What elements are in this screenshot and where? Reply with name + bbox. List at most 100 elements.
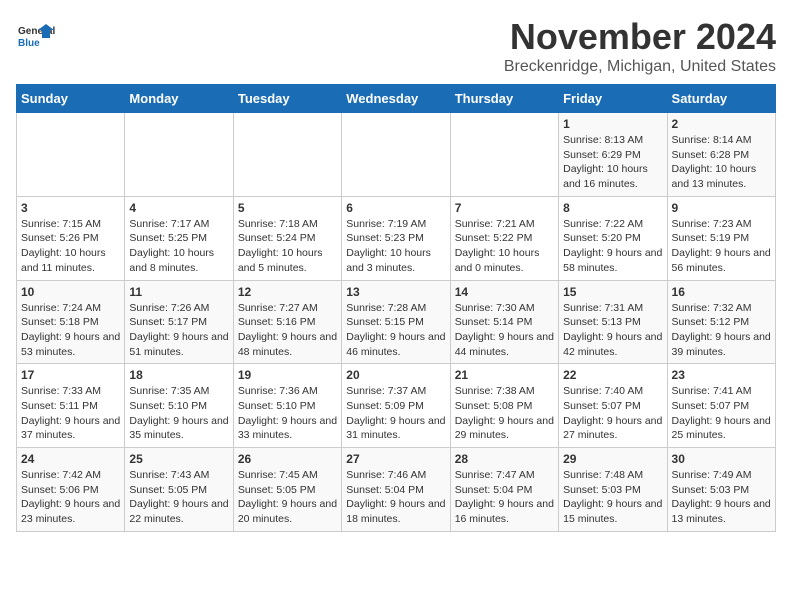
day-number: 24	[21, 452, 120, 466]
day-cell: 30 Sunrise: 7:49 AM Sunset: 5:03 PM Dayli…	[667, 448, 775, 532]
day-cell: 2Sunrise: 8:14 AM Sunset: 6:28 PM Daylig…	[667, 113, 775, 197]
day-info: Sunrise: 7:27 AM Sunset: 5:16 PM Dayligh…	[238, 301, 337, 360]
day-number: 10	[21, 285, 120, 299]
day-info: Sunrise: 7:31 AM Sunset: 5:13 PM Dayligh…	[563, 301, 662, 360]
week-row-2: 3 Sunrise: 7:15 AM Sunset: 5:26 PM Daylig…	[17, 196, 776, 280]
day-number: 15	[563, 285, 662, 299]
day-cell: 29 Sunrise: 7:48 AM Sunset: 5:03 PM Dayli…	[559, 448, 667, 532]
day-cell: 25Sunrise: 7:43 AM Sunset: 5:05 PM Dayli…	[125, 448, 233, 532]
day-info: Sunrise: 7:36 AM Sunset: 5:10 PM Dayligh…	[238, 384, 337, 443]
day-cell: 3 Sunrise: 7:15 AM Sunset: 5:26 PM Daylig…	[17, 196, 125, 280]
day-info: Sunrise: 8:13 AM Sunset: 6:29 PM Dayligh…	[563, 133, 662, 192]
weekday-header-tuesday: Tuesday	[233, 85, 341, 113]
week-row-4: 17 Sunrise: 7:33 AM Sunset: 5:11 PM Dayli…	[17, 364, 776, 448]
day-cell: 18 Sunrise: 7:35 AM Sunset: 5:10 PM Dayli…	[125, 364, 233, 448]
day-info: Sunrise: 7:46 AM Sunset: 5:04 PM Dayligh…	[346, 468, 445, 527]
day-number: 2	[672, 117, 771, 131]
day-cell: 4 Sunrise: 7:17 AM Sunset: 5:25 PM Daylig…	[125, 196, 233, 280]
day-info: Sunrise: 7:47 AM Sunset: 5:04 PM Dayligh…	[455, 468, 554, 527]
day-cell	[450, 113, 558, 197]
day-cell: 24Sunrise: 7:42 AM Sunset: 5:06 PM Dayli…	[17, 448, 125, 532]
day-info: Sunrise: 7:48 AM Sunset: 5:03 PM Dayligh…	[563, 468, 662, 527]
day-cell: 11Sunrise: 7:26 AM Sunset: 5:17 PM Dayli…	[125, 280, 233, 364]
weekday-header-saturday: Saturday	[667, 85, 775, 113]
day-cell	[125, 113, 233, 197]
day-info: Sunrise: 7:32 AM Sunset: 5:12 PM Dayligh…	[672, 301, 771, 360]
day-info: Sunrise: 7:15 AM Sunset: 5:26 PM Dayligh…	[21, 217, 120, 276]
month-title: November 2024	[504, 16, 776, 58]
day-number: 17	[21, 368, 120, 382]
day-cell: 5 Sunrise: 7:18 AM Sunset: 5:24 PM Daylig…	[233, 196, 341, 280]
day-number: 12	[238, 285, 337, 299]
week-row-3: 10 Sunrise: 7:24 AM Sunset: 5:18 PM Dayli…	[17, 280, 776, 364]
day-number: 26	[238, 452, 337, 466]
day-number: 18	[129, 368, 228, 382]
day-number: 11	[129, 285, 228, 299]
day-cell: 14 Sunrise: 7:30 AM Sunset: 5:14 PM Dayli…	[450, 280, 558, 364]
day-cell: 10 Sunrise: 7:24 AM Sunset: 5:18 PM Dayli…	[17, 280, 125, 364]
day-number: 5	[238, 201, 337, 215]
day-cell: 16Sunrise: 7:32 AM Sunset: 5:12 PM Dayli…	[667, 280, 775, 364]
day-info: Sunrise: 7:45 AM Sunset: 5:05 PM Dayligh…	[238, 468, 337, 527]
week-row-1: 1 Sunrise: 8:13 AM Sunset: 6:29 PM Daylig…	[17, 113, 776, 197]
day-cell: 1 Sunrise: 8:13 AM Sunset: 6:29 PM Daylig…	[559, 113, 667, 197]
weekday-header-row: SundayMondayTuesdayWednesdayThursdayFrid…	[17, 85, 776, 113]
day-info: Sunrise: 7:40 AM Sunset: 5:07 PM Dayligh…	[563, 384, 662, 443]
weekday-header-thursday: Thursday	[450, 85, 558, 113]
day-cell: 13 Sunrise: 7:28 AM Sunset: 5:15 PM Dayli…	[342, 280, 450, 364]
svg-text:Blue: Blue	[18, 38, 40, 49]
weekday-header-monday: Monday	[125, 85, 233, 113]
weekday-header-sunday: Sunday	[17, 85, 125, 113]
logo: General Blue	[16, 16, 56, 56]
day-cell	[233, 113, 341, 197]
day-cell: 17 Sunrise: 7:33 AM Sunset: 5:11 PM Dayli…	[17, 364, 125, 448]
day-number: 29	[563, 452, 662, 466]
day-number: 28	[455, 452, 554, 466]
calendar: SundayMondayTuesdayWednesdayThursdayFrid…	[16, 84, 776, 532]
day-info: Sunrise: 7:23 AM Sunset: 5:19 PM Dayligh…	[672, 217, 771, 276]
day-cell: 21 Sunrise: 7:38 AM Sunset: 5:08 PM Dayli…	[450, 364, 558, 448]
day-info: Sunrise: 7:35 AM Sunset: 5:10 PM Dayligh…	[129, 384, 228, 443]
weekday-header-friday: Friday	[559, 85, 667, 113]
day-info: Sunrise: 7:38 AM Sunset: 5:08 PM Dayligh…	[455, 384, 554, 443]
day-cell: 8Sunrise: 7:22 AM Sunset: 5:20 PM Daylig…	[559, 196, 667, 280]
day-cell: 15 Sunrise: 7:31 AM Sunset: 5:13 PM Dayli…	[559, 280, 667, 364]
day-cell: 26 Sunrise: 7:45 AM Sunset: 5:05 PM Dayli…	[233, 448, 341, 532]
day-cell	[342, 113, 450, 197]
day-info: Sunrise: 7:19 AM Sunset: 5:23 PM Dayligh…	[346, 217, 445, 276]
location-title: Breckenridge, Michigan, United States	[504, 58, 776, 76]
day-info: Sunrise: 7:43 AM Sunset: 5:05 PM Dayligh…	[129, 468, 228, 527]
day-number: 3	[21, 201, 120, 215]
day-number: 4	[129, 201, 228, 215]
day-info: Sunrise: 7:28 AM Sunset: 5:15 PM Dayligh…	[346, 301, 445, 360]
day-info: Sunrise: 7:33 AM Sunset: 5:11 PM Dayligh…	[21, 384, 120, 443]
day-info: Sunrise: 7:17 AM Sunset: 5:25 PM Dayligh…	[129, 217, 228, 276]
day-info: Sunrise: 7:49 AM Sunset: 5:03 PM Dayligh…	[672, 468, 771, 527]
day-number: 6	[346, 201, 445, 215]
title-area: November 2024 Breckenridge, Michigan, Un…	[504, 16, 776, 76]
logo-icon: General Blue	[16, 16, 56, 56]
day-info: Sunrise: 7:22 AM Sunset: 5:20 PM Dayligh…	[563, 217, 662, 276]
day-number: 19	[238, 368, 337, 382]
day-info: Sunrise: 7:18 AM Sunset: 5:24 PM Dayligh…	[238, 217, 337, 276]
day-cell: 9 Sunrise: 7:23 AM Sunset: 5:19 PM Daylig…	[667, 196, 775, 280]
day-number: 30	[672, 452, 771, 466]
day-number: 21	[455, 368, 554, 382]
day-cell: 23Sunrise: 7:41 AM Sunset: 5:07 PM Dayli…	[667, 364, 775, 448]
day-number: 7	[455, 201, 554, 215]
day-number: 1	[563, 117, 662, 131]
day-number: 14	[455, 285, 554, 299]
day-number: 9	[672, 201, 771, 215]
day-info: Sunrise: 7:24 AM Sunset: 5:18 PM Dayligh…	[21, 301, 120, 360]
day-info: Sunrise: 7:41 AM Sunset: 5:07 PM Dayligh…	[672, 384, 771, 443]
day-info: Sunrise: 7:37 AM Sunset: 5:09 PM Dayligh…	[346, 384, 445, 443]
weekday-header-wednesday: Wednesday	[342, 85, 450, 113]
day-number: 13	[346, 285, 445, 299]
day-info: Sunrise: 7:30 AM Sunset: 5:14 PM Dayligh…	[455, 301, 554, 360]
week-row-5: 24Sunrise: 7:42 AM Sunset: 5:06 PM Dayli…	[17, 448, 776, 532]
header: General Blue November 2024 Breckenridge,…	[16, 16, 776, 76]
day-cell: 19 Sunrise: 7:36 AM Sunset: 5:10 PM Dayli…	[233, 364, 341, 448]
day-number: 22	[563, 368, 662, 382]
day-cell: 27Sunrise: 7:46 AM Sunset: 5:04 PM Dayli…	[342, 448, 450, 532]
day-cell: 6 Sunrise: 7:19 AM Sunset: 5:23 PM Daylig…	[342, 196, 450, 280]
